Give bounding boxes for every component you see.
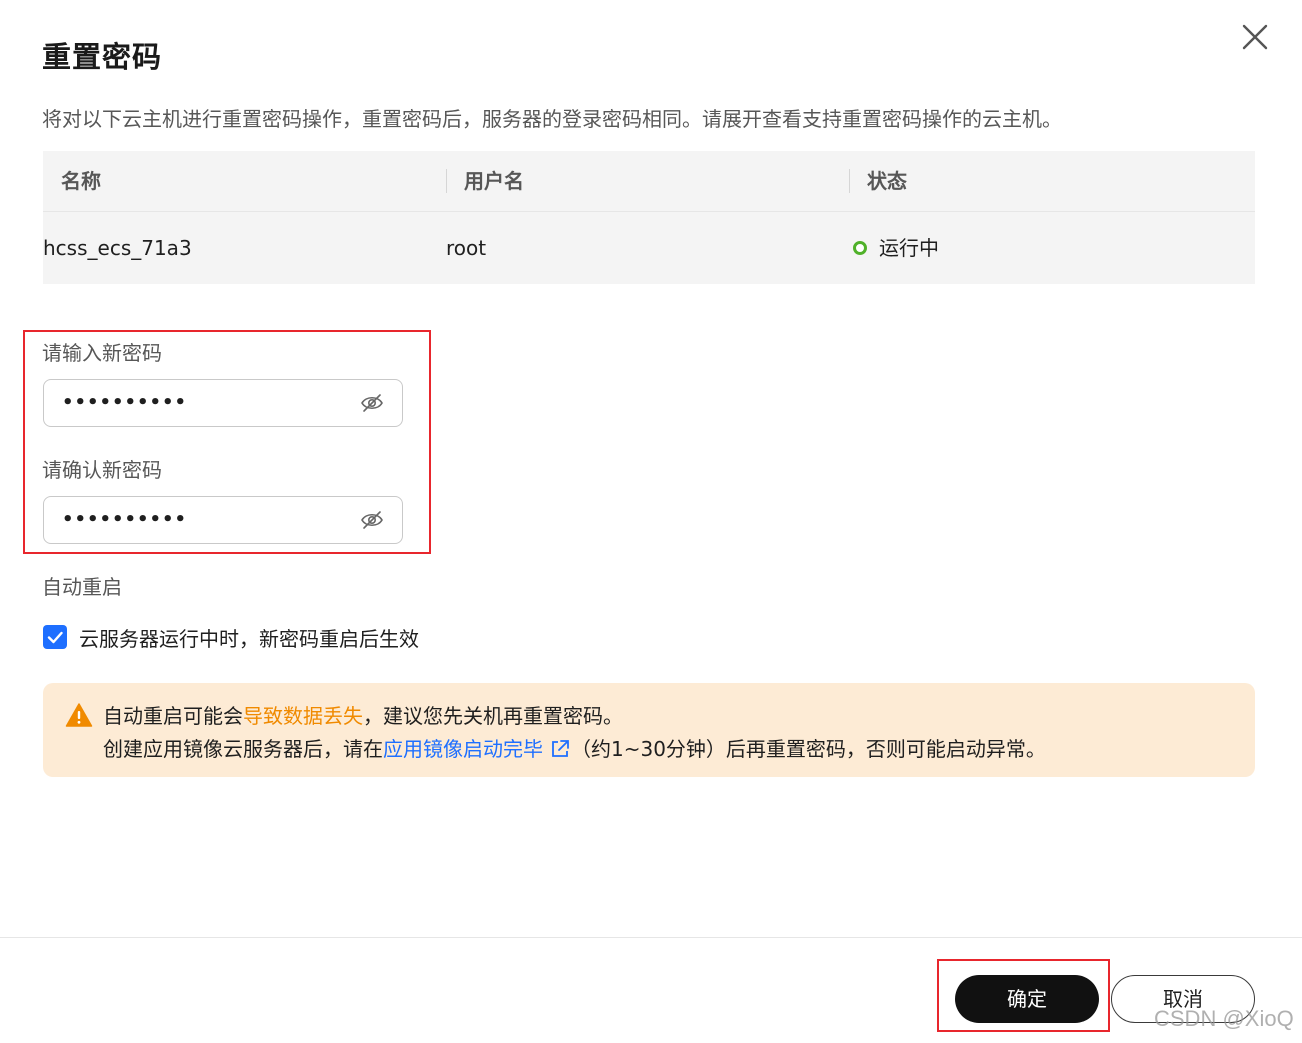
app-image-startup-link[interactable]: 应用镜像启动完毕 — [383, 737, 543, 761]
server-table: 名称 用户名 状态 hcss_ecs_71a3 root 运行中 — [43, 151, 1255, 284]
alert-text: ，建议您先关机再重置密码。 — [363, 704, 623, 728]
confirm-password-input[interactable]: •••••••••• — [43, 496, 403, 544]
table-header: 名称 用户名 状态 — [43, 151, 1255, 212]
close-icon[interactable] — [1240, 22, 1270, 52]
table-row: hcss_ecs_71a3 root 运行中 — [43, 212, 1255, 284]
alert-line-1: 自动重启可能会导致数据丢失，建议您先关机再重置密码。 — [103, 700, 623, 729]
warning-alert: 自动重启可能会导致数据丢失，建议您先关机再重置密码。 创建应用镜像云服务器后，请… — [43, 683, 1255, 777]
eye-hidden-icon[interactable] — [360, 509, 384, 531]
status-running-icon — [853, 240, 867, 255]
external-link-icon[interactable] — [549, 738, 571, 760]
column-divider — [446, 169, 447, 193]
dialog-description: 将对以下云主机进行重置密码操作，重置密码后，服务器的登录密码相同。请展开查看支持… — [42, 107, 1062, 131]
warning-icon — [65, 702, 93, 728]
column-header-name: 名称 — [61, 169, 101, 193]
status-text: 运行中 — [879, 236, 939, 260]
auto-restart-checkbox[interactable] — [43, 625, 67, 649]
alert-line-2: 创建应用镜像云服务器后，请在应用镜像启动完毕 （约1~30分钟）后再重置密码，否… — [103, 733, 1046, 762]
new-password-value: •••••••••• — [62, 392, 188, 413]
cell-server-name: hcss_ecs_71a3 — [43, 236, 192, 260]
column-header-username: 用户名 — [464, 169, 524, 193]
alert-text: （约1~30分钟）后再重置密码，否则可能启动异常。 — [571, 737, 1046, 761]
confirm-password-label: 请确认新密码 — [42, 458, 162, 482]
auto-restart-checkbox-label[interactable]: 云服务器运行中时，新密码重启后生效 — [79, 623, 419, 652]
auto-restart-label: 自动重启 — [42, 575, 122, 599]
cell-status: 运行中 — [853, 212, 939, 284]
alert-text: 创建应用镜像云服务器后，请在 — [103, 737, 383, 761]
reset-password-dialog: 重置密码 将对以下云主机进行重置密码操作，重置密码后，服务器的登录密码相同。请展… — [0, 0, 1302, 1043]
confirm-password-value: •••••••••• — [62, 509, 188, 530]
alert-warning-text: 导致数据丢失 — [243, 704, 363, 728]
watermark: CSDN @XioQ — [1154, 1006, 1294, 1031]
footer-divider — [0, 937, 1302, 938]
new-password-input[interactable]: •••••••••• — [43, 379, 403, 427]
dialog-title: 重置密码 — [42, 40, 163, 74]
cell-username: root — [446, 236, 487, 260]
confirm-button[interactable]: 确定 — [955, 975, 1099, 1023]
eye-hidden-icon[interactable] — [360, 392, 384, 414]
column-header-status: 状态 — [867, 169, 907, 193]
new-password-label: 请输入新密码 — [42, 341, 162, 365]
column-divider — [849, 169, 850, 193]
alert-text: 自动重启可能会 — [103, 704, 243, 728]
